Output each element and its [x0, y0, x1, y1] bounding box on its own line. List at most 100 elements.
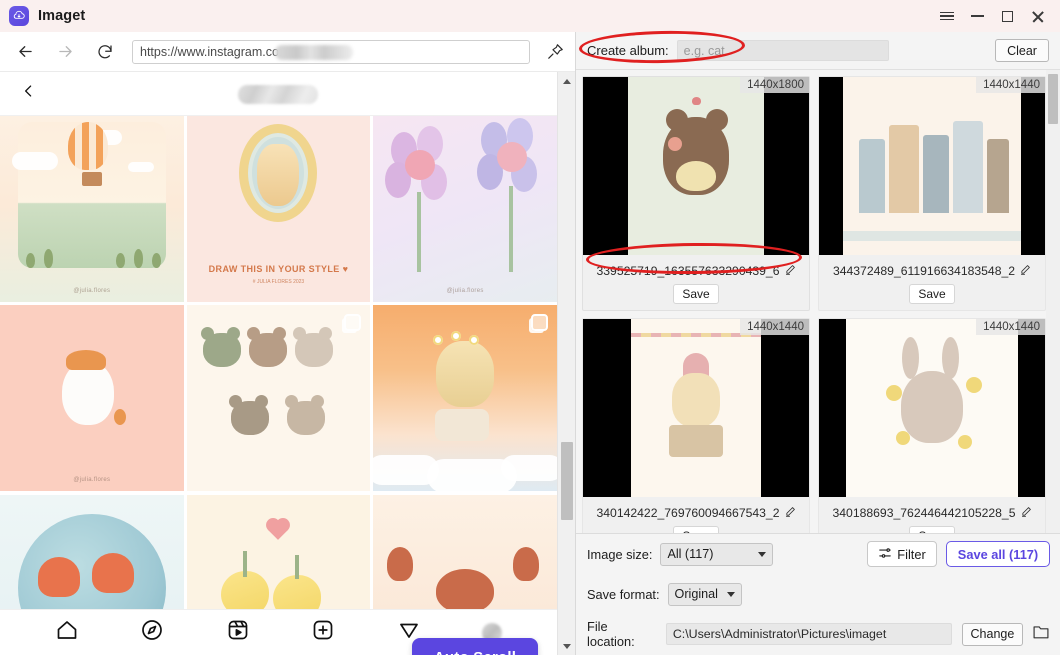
filter-button[interactable]: Filter	[867, 541, 937, 567]
create-album-row: Create album: e.g. cat Clear	[576, 32, 1060, 70]
artist-watermark: @julia.flores	[73, 288, 111, 294]
file-location-label: File location:	[587, 619, 635, 649]
file-location-value: C:\Users\Administrator\Pictures\imaget	[672, 627, 887, 641]
card-thumbnail[interactable]: 1440x1800	[583, 77, 809, 255]
download-controls: Image size: All (117) Filter Save all (1…	[576, 533, 1060, 655]
create-album-placeholder: e.g. cat	[683, 43, 725, 58]
image-size-row: Image size: All (117) Filter Save all (1…	[576, 534, 1060, 574]
save-button[interactable]: Save	[673, 284, 719, 304]
image-size-select[interactable]: All (117)	[660, 542, 774, 566]
post-thumbnail[interactable]	[373, 305, 557, 492]
resolution-badge: 1440x1440	[976, 77, 1045, 93]
url-input[interactable]: https://www.instagram.com	[132, 39, 530, 64]
chevron-down-icon	[758, 551, 767, 557]
app-logo-icon	[9, 6, 29, 26]
sliders-icon	[878, 546, 892, 563]
carousel-badge-icon	[531, 314, 548, 332]
pin-extension-icon[interactable]	[540, 37, 570, 67]
post-thumbnail[interactable]	[186, 305, 371, 492]
artist-watermark: @julia.flores	[73, 477, 111, 484]
webview-scrollbar[interactable]	[557, 72, 575, 655]
image-size-value: All (117)	[667, 547, 714, 561]
chevron-down-icon	[726, 591, 735, 597]
pencil-icon[interactable]	[785, 262, 796, 280]
post-thumbnail[interactable]: @julia.flores	[0, 116, 184, 302]
filename-row[interactable]: 340188693_762446442105228_5	[819, 504, 1045, 521]
back-icon[interactable]	[10, 37, 40, 67]
instagram-post-grid: @julia.flores DRAW THIS IN YOUR STYLE ♥ …	[0, 116, 557, 655]
clear-button[interactable]: Clear	[995, 39, 1049, 62]
file-location-input[interactable]: C:\Users\Administrator\Pictures\imaget	[665, 623, 952, 645]
filename-text: 340188693_762446442105228_5	[832, 505, 1016, 520]
home-icon[interactable]	[55, 618, 79, 647]
filename-text: 339525719_163557633290439_6	[596, 263, 780, 278]
post-caption: DRAW THIS IN YOUR STYLE ♥	[208, 264, 349, 274]
card-row: 1440x1440 340142422_769760094667543_2 Sa…	[582, 318, 1046, 553]
url-redaction-blur	[275, 44, 353, 60]
filename-text: 344372489_611916634183548_2	[832, 263, 1016, 278]
carousel-badge-icon	[344, 314, 362, 332]
browser-toolbar: https://www.instagram.com	[0, 32, 575, 72]
filename-row[interactable]: 344372489_611916634183548_2	[819, 262, 1045, 279]
create-album-label: Create album:	[587, 43, 669, 58]
artist-watermark: @julia.flores	[446, 288, 484, 294]
create-album-input[interactable]: e.g. cat	[676, 40, 889, 61]
minimize-icon[interactable]	[962, 0, 992, 32]
pencil-icon[interactable]	[1020, 262, 1031, 280]
image-card[interactable]: 1440x1440 340188693_762446442105228_5 Sa…	[818, 318, 1046, 553]
reels-icon[interactable]	[226, 618, 250, 647]
scrollbar-thumb[interactable]	[1048, 74, 1058, 124]
instagram-webview: @julia.flores DRAW THIS IN YOUR STYLE ♥ …	[0, 72, 557, 655]
image-card[interactable]: 1440x1800 339525719_163557633290439_6 Sa…	[582, 76, 810, 311]
instagram-profile-header	[0, 72, 557, 116]
image-size-label: Image size:	[587, 546, 653, 562]
card-row: 1440x1800 339525719_163557633290439_6 Sa…	[582, 76, 1046, 311]
username-redaction-blur	[238, 85, 318, 104]
filename-text: 340142422_769760094667543_2	[596, 505, 780, 520]
resolution-badge: 1440x1800	[740, 77, 809, 93]
chevron-left-icon[interactable]	[20, 81, 37, 106]
forward-icon	[50, 37, 80, 67]
downloaded-image-grid: 1440x1800 339525719_163557633290439_6 Sa…	[576, 70, 1046, 565]
post-thumbnail[interactable]: @julia.flores	[373, 116, 557, 302]
pencil-icon[interactable]	[1021, 504, 1032, 522]
post-caption-sub: # JULIA FLORES 2023	[252, 279, 305, 285]
scroll-down-icon[interactable]	[558, 637, 576, 655]
card-thumbnail[interactable]: 1440x1440	[819, 77, 1045, 255]
create-plus-icon[interactable]	[311, 618, 335, 647]
save-all-button[interactable]: Save all (117)	[946, 541, 1050, 567]
folder-icon[interactable]	[1032, 624, 1050, 645]
maximize-icon[interactable]	[992, 0, 1022, 32]
close-icon[interactable]	[1022, 0, 1052, 32]
filter-label: Filter	[897, 546, 926, 562]
reload-icon[interactable]	[90, 37, 120, 67]
auto-scroll-button[interactable]: Auto Scroll	[412, 638, 538, 655]
filename-row[interactable]: 339525719_163557633290439_6	[583, 262, 809, 279]
card-thumbnail[interactable]: 1440x1440	[819, 319, 1045, 497]
save-format-row: Save format: Original	[576, 574, 1060, 614]
post-thumbnail[interactable]: DRAW THIS IN YOUR STYLE ♥ # JULIA FLORES…	[186, 116, 371, 302]
image-card[interactable]: 1440x1440 340142422_769760094667543_2 Sa…	[582, 318, 810, 553]
save-format-value: Original	[674, 587, 718, 601]
panel-scrollbar[interactable]	[1046, 70, 1060, 565]
image-card[interactable]: 1440x1440 344372489_611916634183548_2 Sa…	[818, 76, 1046, 311]
imaget-download-panel: Create album: e.g. cat Clear 1440x1800 3…	[575, 32, 1060, 655]
file-location-row: File location: C:\Users\Administrator\Pi…	[576, 614, 1060, 654]
resolution-badge: 1440x1440	[976, 319, 1045, 335]
window-controls	[932, 0, 1060, 32]
post-thumbnail[interactable]: @julia.flores	[0, 305, 184, 492]
save-button[interactable]: Save	[909, 284, 955, 304]
resolution-badge: 1440x1440	[740, 319, 809, 335]
menu-icon[interactable]	[932, 0, 962, 32]
change-location-button[interactable]: Change	[961, 622, 1023, 646]
url-text: https://www.instagram.com	[140, 44, 290, 59]
filename-row[interactable]: 340142422_769760094667543_2	[583, 504, 809, 521]
card-thumbnail[interactable]: 1440x1440	[583, 319, 809, 497]
save-format-label: Save format:	[587, 586, 660, 602]
scrollbar-thumb[interactable]	[561, 442, 573, 520]
scroll-up-icon[interactable]	[558, 72, 576, 90]
title-bar: Imaget	[0, 0, 1060, 32]
save-format-select[interactable]: Original	[667, 582, 742, 606]
explore-compass-icon[interactable]	[140, 618, 164, 647]
pencil-icon[interactable]	[785, 504, 796, 522]
